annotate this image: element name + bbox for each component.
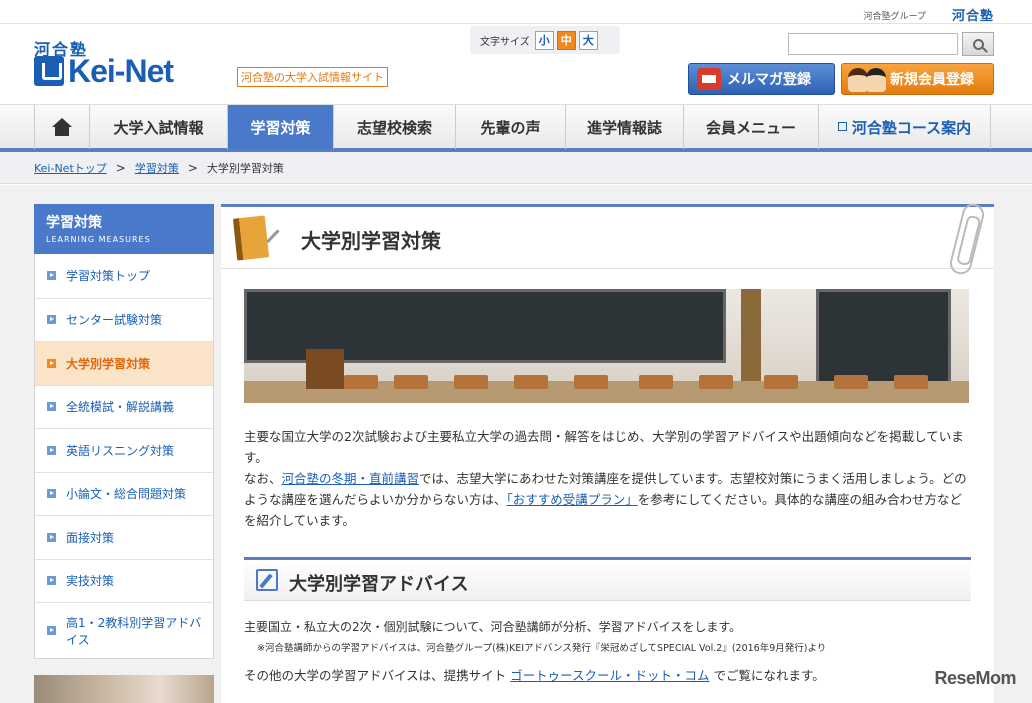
page-title: 大学別学習対策 <box>301 229 441 253</box>
nav-member-menu[interactable]: 会員メニュー <box>683 105 818 149</box>
sidebar-item-label: 実技対策 <box>66 574 115 589</box>
gotoschool-link[interactable]: ゴートゥースクール・ドット・コム <box>510 668 709 683</box>
sidebar-item-label: 小論文・総合問題対策 <box>66 487 187 502</box>
font-size-label: 文字サイズ <box>480 36 530 48</box>
mailmag-register-label: メルマガ登録 <box>727 72 811 88</box>
sidebar-item-mock-exams[interactable]: 全統模試・解説講義 <box>35 384 213 429</box>
arrow-bullet-icon <box>47 315 56 325</box>
keinet-logo[interactable]: Kei-Net <box>34 52 174 89</box>
arrow-bullet-icon <box>47 576 56 586</box>
section-heading: 大学別学習アドバイス <box>244 557 971 601</box>
sidebar-item-label: 面接対策 <box>66 530 115 545</box>
arrow-bullet-icon <box>47 626 56 635</box>
breadcrumb-separator-icon: > <box>187 160 198 175</box>
sidebar-subtitle: LEARNING MEASURES <box>46 235 151 244</box>
group-bar: 河合塾グループ 河合塾 <box>0 0 1032 24</box>
site-header: 河合塾 Kei-Net 河合塾の大学入試情報サイト 文字サイズ 小 中 大 メル… <box>0 24 1032 104</box>
breadcrumb: Kei-Netトップ > 学習対策 > 大学別学習対策 <box>0 152 1032 184</box>
font-size-medium-button[interactable]: 中 <box>556 30 576 50</box>
sidebar-item-english-listening[interactable]: 英語リスニング対策 <box>35 428 213 472</box>
winter-course-link[interactable]: 河合塾の冬期・直前講習 <box>282 471 420 486</box>
sidebar-item-label: 高1・2教科別学習アドバイス <box>66 615 202 647</box>
group-label: 河合塾グループ <box>863 12 926 22</box>
resemom-watermark: ReseMom <box>934 668 1016 688</box>
arrow-bullet-icon <box>47 358 56 368</box>
advice-description: 主要国立・私立大の2次・個別試験について、河合塾講師が分析、学習アドバイスをしま… <box>244 620 742 634</box>
logo-text: Kei-Net <box>68 52 174 89</box>
sidebar-item-essay[interactable]: 小論文・総合問題対策 <box>35 471 213 516</box>
new-member-register-button[interactable]: 新規会員登録 <box>841 63 994 95</box>
sidebar-item-label: 全統模試・解説講義 <box>66 400 175 415</box>
intro-paragraph-1: 主要な国立大学の2次試験および主要私立大学の過去問・解答をはじめ、大学別の学習ア… <box>244 429 964 465</box>
home-icon <box>52 118 72 136</box>
sidebar-header: 学習対策 LEARNING MEASURES <box>34 204 214 254</box>
notebook-icon <box>232 215 270 261</box>
intro-paragraph-2: なお、河合塾の冬期・直前講習では、志望大学にあわせた対策講座を提供しています。志… <box>244 471 967 528</box>
sidebar: 学習対策 LEARNING MEASURES 学習対策トップ センター試験対策 … <box>34 204 214 659</box>
group-logo-link[interactable]: 河合塾 <box>952 5 994 24</box>
main-content: 大学別学習対策 主要な国立大学の2次試験および主要私立大学の過去問・解答をはじめ… <box>221 201 994 703</box>
sidebar-item-university-measures[interactable]: 大学別学習対策 <box>35 341 213 385</box>
font-size-large-button[interactable]: 大 <box>578 30 598 50</box>
search-input[interactable] <box>788 33 958 55</box>
arrow-bullet-icon <box>47 445 56 455</box>
nav-course-guide-label: 河合塾コース案内 <box>851 118 972 137</box>
site-tagline: 河合塾の大学入試情報サイト <box>237 67 388 87</box>
font-size-small-button[interactable]: 小 <box>534 30 554 50</box>
arrow-bullet-icon <box>47 402 56 412</box>
nav-school-search[interactable]: 志望校検索 <box>333 105 455 149</box>
new-member-register-label: 新規会員登録 <box>890 72 974 88</box>
arrow-bullet-icon <box>47 532 56 542</box>
nav-study-measures[interactable]: 学習対策 <box>227 105 333 149</box>
external-link-icon <box>837 121 847 131</box>
sidebar-item-study-top[interactable]: 学習対策トップ <box>35 254 213 298</box>
breadcrumb-parent-link[interactable]: 学習対策 <box>135 160 179 176</box>
breadcrumb-separator-icon: > <box>115 160 126 175</box>
global-nav: 大学入試情報 学習対策 志望校検索 先輩の声 進学情報誌 会員メニュー 河合塾コ… <box>0 104 1032 152</box>
nav-magazines[interactable]: 進学情報誌 <box>565 105 683 149</box>
sidebar-menu: 学習対策トップ センター試験対策 大学別学習対策 全統模試・解説講義 英語リスニ… <box>34 254 214 659</box>
font-size-switcher: 文字サイズ 小 中 大 <box>470 26 620 54</box>
arrow-bullet-icon <box>47 489 56 499</box>
pencil-icon <box>256 569 278 591</box>
sidebar-banner-image[interactable] <box>34 675 214 703</box>
logo-mark-icon <box>34 56 64 86</box>
sidebar-item-label: センター試験対策 <box>66 313 163 328</box>
advice-source-note: ※河合塾講師からの学習アドバイスは、河合塾グループ(株)KEIアドバンス発行『栄… <box>257 643 827 654</box>
advice-other-universities: その他の大学の学習アドバイスは、提携サイト ゴートゥースクール・ドット・コム で… <box>244 668 825 683</box>
recommended-plan-link[interactable]: 「おすすめ受講プラン」 <box>507 492 638 507</box>
mailbox-icon <box>697 68 721 90</box>
nav-home[interactable] <box>34 105 89 149</box>
mailmag-register-button[interactable]: メルマガ登録 <box>688 63 835 95</box>
sidebar-item-grade12-advice[interactable]: 高1・2教科別学習アドバイス <box>35 602 213 658</box>
section-title: 大学別学習アドバイス <box>289 574 469 595</box>
breadcrumb-home-link[interactable]: Kei-Netトップ <box>34 160 107 176</box>
students-icon <box>848 68 888 92</box>
paperclip-icon <box>947 201 987 277</box>
sidebar-item-center-exam[interactable]: センター試験対策 <box>35 297 213 342</box>
breadcrumb-current: 大学別学習対策 <box>206 161 284 175</box>
classroom-photo <box>244 289 969 403</box>
arrow-bullet-icon <box>47 271 56 281</box>
sidebar-item-label: 学習対策トップ <box>66 269 151 284</box>
nav-course-guide[interactable]: 河合塾コース案内 <box>818 105 991 149</box>
sidebar-item-practical[interactable]: 実技対策 <box>35 558 213 603</box>
sidebar-item-interview[interactable]: 面接対策 <box>35 515 213 559</box>
search-icon <box>972 38 984 50</box>
nav-senior-voices[interactable]: 先輩の声 <box>455 105 565 149</box>
page-title-bar: 大学別学習対策 <box>221 201 994 277</box>
sidebar-item-label: 英語リスニング対策 <box>66 443 175 458</box>
sidebar-item-label: 大学別学習対策 <box>66 356 151 371</box>
intro-text: 主要な国立大学の2次試験および主要私立大学の過去問・解答をはじめ、大学別の学習ア… <box>244 426 974 531</box>
sidebar-title: 学習対策 <box>46 215 102 231</box>
search-button[interactable] <box>962 32 994 56</box>
nav-admissions-info[interactable]: 大学入試情報 <box>89 105 227 149</box>
